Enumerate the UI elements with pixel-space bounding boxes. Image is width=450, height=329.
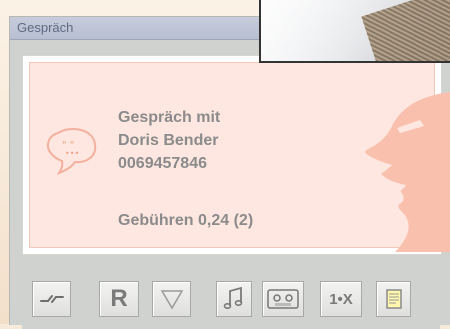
r-button-label: R bbox=[110, 285, 128, 312]
tape-button[interactable] bbox=[262, 281, 304, 317]
music-note-icon bbox=[223, 286, 243, 309]
notes-button[interactable] bbox=[376, 281, 411, 317]
contact-name: Doris Bender bbox=[118, 132, 219, 149]
transfer-button[interactable]: 1•X bbox=[320, 281, 362, 317]
notepad-icon bbox=[385, 289, 402, 309]
conference-button[interactable] bbox=[152, 281, 191, 317]
call-toolbar: R 1•X bbox=[22, 275, 440, 329]
transfer-button-label: 1•X bbox=[329, 290, 353, 308]
hangup-button[interactable] bbox=[32, 281, 71, 317]
music-button[interactable] bbox=[216, 281, 252, 317]
phone-number: 0069457846 bbox=[118, 155, 207, 172]
r-button[interactable]: R bbox=[99, 281, 139, 317]
caller-info: Gespräch mit Doris Bender 0069457846 bbox=[118, 106, 220, 175]
call-heading: Gespräch mit bbox=[118, 109, 221, 126]
camera-photo-overlay bbox=[259, 0, 450, 63]
cassette-icon bbox=[267, 289, 299, 309]
window-title: Gespräch bbox=[17, 20, 74, 35]
speech-bubble-icon: " " ••• bbox=[46, 128, 97, 176]
profile-face-icon bbox=[365, 92, 450, 252]
call-fees: Gebühren 0,24 (2) bbox=[118, 212, 254, 229]
broken-line-icon bbox=[39, 295, 64, 303]
triangle-outline-icon bbox=[160, 290, 183, 310]
svg-text:•••: ••• bbox=[65, 149, 79, 158]
